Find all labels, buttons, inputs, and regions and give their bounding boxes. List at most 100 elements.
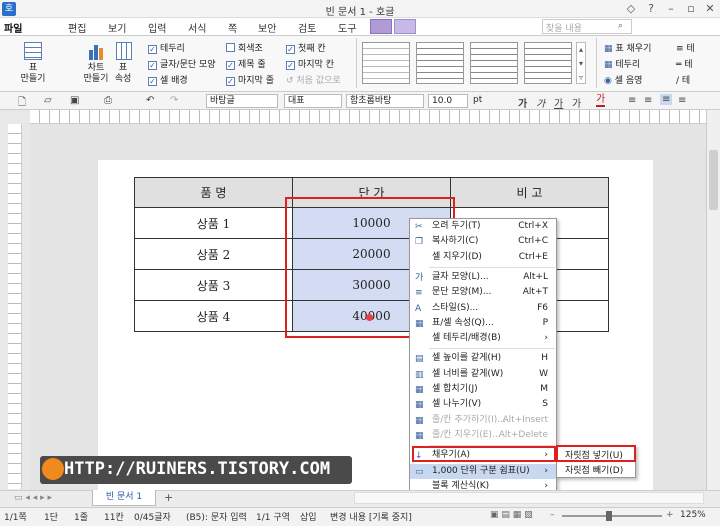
- context-menu-item[interactable]: ▦ 줄/칸 지우기(E)... Alt+Delete: [410, 428, 556, 443]
- align-right-icon[interactable]: ≡: [678, 95, 686, 106]
- check-cellbg[interactable]: ✓ 셀 배경: [148, 73, 188, 86]
- italic-icon[interactable]: 가: [536, 95, 545, 110]
- check-grayscale[interactable]: 회색조: [226, 41, 263, 54]
- context-menu-item[interactable]: ✂ 오려 두기(T) Ctrl+X: [410, 219, 556, 234]
- table-style-3[interactable]: [470, 42, 518, 84]
- context-menu-item[interactable]: ❐ 복사하기(C) Ctrl+C: [410, 234, 556, 249]
- menu-view[interactable]: 보기: [108, 20, 126, 35]
- table-layout-tab-icon[interactable]: [394, 19, 416, 34]
- context-menu-item[interactable]: ▦ 줄/칸 추가하기(I)... Alt+Insert: [410, 413, 556, 428]
- menu-review[interactable]: 검토: [298, 20, 316, 35]
- status-insert-mode[interactable]: 삽입: [300, 510, 317, 523]
- ribbon-right-3[interactable]: ∕ 테: [676, 73, 690, 86]
- check-charpara[interactable]: ✓ 글자/문단 모양: [148, 57, 216, 70]
- zoom-in-icon[interactable]: +: [666, 510, 674, 520]
- style-select[interactable]: 바탕글: [206, 94, 278, 108]
- search-icon[interactable]: ⌕: [618, 21, 623, 31]
- submenu-remove-comma[interactable]: 자릿점 빼기(D): [565, 463, 623, 476]
- horizontal-ruler[interactable]: [30, 110, 706, 124]
- horizontal-scrollbar[interactable]: [354, 492, 704, 504]
- font-size-input[interactable]: 10.0: [428, 94, 468, 108]
- context-menu-item[interactable]: 셀 지우기(D) Ctrl+E: [410, 250, 556, 265]
- table-tab-icon[interactable]: [370, 19, 392, 34]
- check-last-row[interactable]: ✓ 마지막 줄: [226, 73, 274, 86]
- font-select[interactable]: 함초롬바탕: [346, 94, 424, 108]
- context-menu-item[interactable]: ▦ 셀 나누기(V) S: [410, 397, 556, 412]
- view-mode-icons[interactable]: ▣ ▤ ▦ ▧: [490, 510, 533, 520]
- check-first-col[interactable]: ✓ 첫째 칸: [286, 41, 326, 54]
- check-last-col[interactable]: ✓ 마지막 칸: [286, 57, 334, 70]
- font-unit[interactable]: pt: [470, 94, 496, 108]
- chart-create-icon[interactable]: [88, 42, 104, 60]
- context-menu-item[interactable]: ▦ 셀 합치기(J) M: [410, 382, 556, 397]
- context-menu-item[interactable]: ▥ 셀 너비를 같게(W) W: [410, 367, 556, 382]
- table-header-cell[interactable]: 품 명: [134, 177, 293, 208]
- zoom-slider-thumb[interactable]: [606, 511, 612, 521]
- vertical-ruler[interactable]: [8, 124, 22, 489]
- strike-icon[interactable]: 가: [572, 95, 581, 110]
- undo-icon[interactable]: ↶: [146, 95, 154, 106]
- menu-edit[interactable]: 편집: [68, 20, 86, 35]
- bold-icon[interactable]: 가: [518, 95, 527, 110]
- zoom-level[interactable]: 125%: [680, 510, 706, 520]
- align-center-icon[interactable]: ≡: [644, 95, 652, 106]
- context-menu-item[interactable]: ▭ 1,000 단위 구분 쉼표(U) ›: [410, 463, 556, 479]
- context-menu-item[interactable]: ≡ 문단 모양(M)... Alt+T: [410, 285, 556, 300]
- align-justify-icon[interactable]: ≡: [660, 94, 673, 105]
- tab-document[interactable]: 빈 문서 1: [92, 490, 156, 506]
- ribbon-right-1[interactable]: ≡ 테: [676, 41, 695, 54]
- help-icon[interactable]: ?: [644, 2, 658, 16]
- table-properties-icon[interactable]: [116, 42, 132, 60]
- check-header-row[interactable]: ✓ 제목 줄: [226, 57, 266, 70]
- extra-icon[interactable]: ◇: [624, 2, 638, 16]
- fill-table-button[interactable]: ▦ 표 채우기: [604, 41, 651, 54]
- check-border[interactable]: ✓ 테두리: [148, 41, 185, 54]
- context-menu-item[interactable]: ▤ 셀 높이를 같게(H) H: [410, 351, 556, 366]
- table-style-4[interactable]: [524, 42, 572, 84]
- menu-file[interactable]: 파일: [4, 20, 22, 35]
- minimize-button[interactable]: –: [664, 2, 678, 16]
- table-properties-button[interactable]: 표 속성: [108, 63, 138, 85]
- table-cell[interactable]: 상품 4: [134, 300, 293, 332]
- context-menu-item[interactable]: 셀 테두리/배경(B) ›: [410, 331, 556, 346]
- table-style-1[interactable]: [362, 42, 410, 84]
- table-style-2[interactable]: [416, 42, 464, 84]
- restore-button[interactable]: ▫: [684, 2, 698, 16]
- ribbon-right-2[interactable]: ═ 테: [676, 57, 693, 70]
- zoom-slider[interactable]: [562, 515, 662, 517]
- open-icon[interactable]: ▱: [44, 95, 52, 106]
- scroll-thumb[interactable]: [709, 150, 718, 210]
- menu-security[interactable]: 보안: [258, 20, 276, 35]
- print-icon[interactable]: ⎙: [104, 95, 112, 106]
- align-left-icon[interactable]: ≡: [628, 95, 636, 106]
- menu-insert[interactable]: 입력: [148, 20, 166, 35]
- save-icon[interactable]: ▣: [70, 95, 79, 106]
- add-tab-button[interactable]: +: [164, 491, 173, 504]
- shade-button[interactable]: ◉ 셀 음영: [604, 73, 642, 86]
- context-menu-item[interactable]: ▦ 표/셀 속성(Q)... P: [410, 316, 556, 331]
- table-cell[interactable]: 상품 1: [134, 207, 293, 239]
- border-button[interactable]: ▦ 테두리: [604, 57, 640, 70]
- underline-icon[interactable]: 가: [554, 95, 563, 110]
- vertical-scrollbar[interactable]: [706, 110, 720, 490]
- context-menu-item[interactable]: A 스타일(S)... F6: [410, 301, 556, 316]
- table-cell[interactable]: 상품 3: [134, 269, 293, 301]
- font-color-icon[interactable]: 가: [596, 95, 606, 107]
- redo-icon[interactable]: ↷: [170, 95, 178, 106]
- tab-nav-icon[interactable]: ▭ ◂ ◂ ▸ ▸: [14, 493, 52, 503]
- status-track-changes[interactable]: 변경 내용 [기록 중지]: [330, 510, 412, 523]
- close-button[interactable]: ✕: [703, 2, 717, 16]
- menu-tools[interactable]: 도구: [338, 20, 356, 35]
- table-create-icon[interactable]: [24, 42, 42, 60]
- menu-page[interactable]: 쪽: [228, 20, 237, 35]
- status-column: 1단: [44, 513, 59, 523]
- menu-format[interactable]: 서식: [188, 20, 206, 35]
- lang-select[interactable]: 대표: [284, 94, 342, 108]
- reset-button[interactable]: ↺ 처음 값으로: [286, 73, 341, 86]
- table-create-button[interactable]: 표 만들기: [14, 63, 52, 85]
- styles-scroll-icon[interactable]: ▴ ▾ ▿: [576, 42, 586, 84]
- table-header-cell[interactable]: 비 고: [450, 177, 609, 208]
- zoom-out-icon[interactable]: –: [550, 510, 555, 520]
- table-cell[interactable]: 상품 2: [134, 238, 293, 270]
- context-menu-item[interactable]: 가 글자 모양(L)... Alt+L: [410, 270, 556, 285]
